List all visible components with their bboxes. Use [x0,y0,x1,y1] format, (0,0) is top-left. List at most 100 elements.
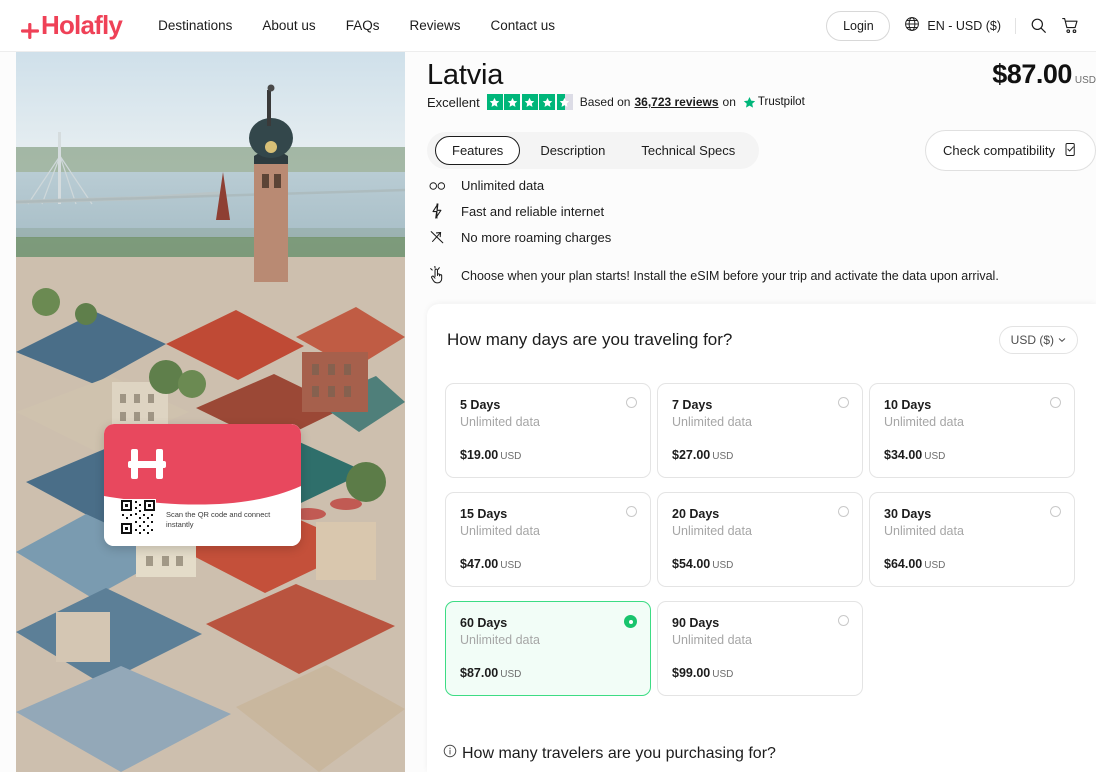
holafly-logo[interactable]: Holafly [20,10,123,41]
plan-price-amount: $47.00 [460,557,499,571]
trustpilot-logo: Trustpilot [743,96,805,109]
locale-label: EN - USD ($) [927,18,1001,33]
star-icon [539,94,556,110]
plan-selector-panel: How many days are you traveling for? USD… [427,304,1096,772]
plan-days: 5 Days [460,398,501,412]
rating-on: on [722,95,736,109]
plan-price-currency: USD [500,669,522,680]
nav-item-destinations[interactable]: Destinations [158,18,232,33]
main-nav: Destinations About us FAQs Reviews Conta… [158,18,555,33]
plan-price: $87.00 USD [460,666,521,680]
plan-radio[interactable] [838,397,849,408]
nav-item-faqs[interactable]: FAQs [346,18,380,33]
plan-start-note-text: Choose when your plan starts! Install th… [461,268,999,283]
info-icon[interactable] [443,744,457,763]
feature-item: Unlimited data [427,178,611,193]
search-icon[interactable] [1030,17,1047,34]
plan-price-amount: $99.00 [672,666,711,680]
price-currency: USD [1074,75,1096,86]
plan-radio[interactable] [626,397,637,408]
plan-card-30-days[interactable]: 30 Days Unlimited data $64.00 USD [869,492,1075,587]
plan-subtitle: Unlimited data [884,415,964,429]
nav-item-reviews[interactable]: Reviews [409,18,460,33]
plan-price-currency: USD [712,451,734,462]
rating-based-on: Based on [579,95,631,109]
plan-radio[interactable] [1050,506,1061,517]
plan-days: 60 Days [460,616,508,630]
plan-card-60-days[interactable]: 60 Days Unlimited data $87.00 USD [445,601,651,696]
plan-subtitle: Unlimited data [672,524,752,538]
plan-days: 20 Days [672,507,720,521]
nav-item-about-us[interactable]: About us [262,18,315,33]
trustpilot-star-icon [743,96,756,108]
tab-technical-specs[interactable]: Technical Specs [625,136,751,165]
locale-selector[interactable]: EN - USD ($) [904,16,1001,35]
plan-price: $99.00 USD [672,666,733,680]
destination-photo: Scan the QR code and connect instantly [16,52,405,772]
plan-subtitle: Unlimited data [884,524,964,538]
nav-item-contact-us[interactable]: Contact us [490,18,555,33]
plan-price-currency: USD [500,451,522,462]
cart-icon[interactable] [1061,16,1080,35]
plan-radio[interactable] [838,506,849,517]
plan-card-10-days[interactable]: 10 Days Unlimited data $34.00 USD [869,383,1075,478]
plan-price: $27.00 USD [672,448,733,462]
plan-price-amount: $54.00 [672,557,711,571]
plan-price: $47.00 USD [460,557,521,571]
plan-card-5-days[interactable]: 5 Days Unlimited data $19.00 USD [445,383,651,478]
plan-price-amount: $87.00 [460,666,499,680]
product-tabs: Features Description Technical Specs [427,132,760,169]
plan-price: $54.00 USD [672,557,733,571]
plan-price-currency: USD [712,669,734,680]
holafly-logo-text: Holafly [41,10,123,40]
features-list: Unlimited data Fast and reliable interne… [427,178,611,245]
rating-reviews-count[interactable]: 36,723 reviews [634,95,718,109]
trustpilot-label: Trustpilot [757,96,805,108]
plan-radio[interactable] [1050,397,1061,408]
travelers-section: How many travelers are you purchasing fo… [443,744,776,763]
feature-label: Fast and reliable internet [461,203,605,219]
login-button[interactable]: Login [826,10,891,41]
currency-value: USD ($) [1010,333,1054,347]
radio-dot [628,619,633,624]
star-icon [504,94,521,110]
star-rating [486,94,573,110]
plan-card-20-days[interactable]: 20 Days Unlimited data $54.00 USD [657,492,863,587]
plan-subtitle: Unlimited data [672,633,752,647]
currency-selector[interactable]: USD ($) [998,326,1078,354]
product-page: Holafly Destinations About us FAQs Revie… [0,0,1096,772]
plan-price-currency: USD [712,560,734,571]
plan-grid: 5 Days Unlimited data $19.00 USD 7 Days U… [445,383,1081,696]
plan-subtitle: Unlimited data [672,415,752,429]
feature-item: Fast and reliable internet [427,203,611,219]
plan-start-note: Choose when your plan starts! Install th… [427,266,999,285]
plan-days: 90 Days [672,616,720,630]
no-roaming-icon [427,229,447,245]
check-compatibility-button[interactable]: Check compatibility [925,130,1096,171]
feature-label: Unlimited data [461,178,545,193]
plan-days: 15 Days [460,507,508,521]
esim-h-logo [126,446,168,482]
plan-card-90-days[interactable]: 90 Days Unlimited data $99.00 USD [657,601,863,696]
tab-description[interactable]: Description [524,136,621,165]
holafly-logo-mark [20,17,40,39]
feature-label: No more roaming charges [461,229,612,245]
plan-subtitle: Unlimited data [460,524,540,538]
plan-card-15-days[interactable]: 15 Days Unlimited data $47.00 USD [445,492,651,587]
plan-price-amount: $64.00 [884,557,923,571]
price-amount: $87.00 [992,59,1072,89]
site-header: Holafly Destinations About us FAQs Revie… [0,0,1096,52]
plan-radio-selected[interactable] [624,615,637,628]
header-actions: Login EN - USD ($) [826,10,1080,41]
infinity-icon [427,180,447,192]
rating-word: Excellent [427,94,480,110]
plan-price: $34.00 USD [884,448,945,462]
tab-features[interactable]: Features [435,136,521,165]
plan-radio[interactable] [626,506,637,517]
plan-card-7-days[interactable]: 7 Days Unlimited data $27.00 USD [657,383,863,478]
plan-radio[interactable] [838,615,849,626]
plan-price: $64.00 USD [884,557,945,571]
header-divider [1015,17,1016,34]
plan-days: 30 Days [884,507,932,521]
star-icon [486,94,503,110]
